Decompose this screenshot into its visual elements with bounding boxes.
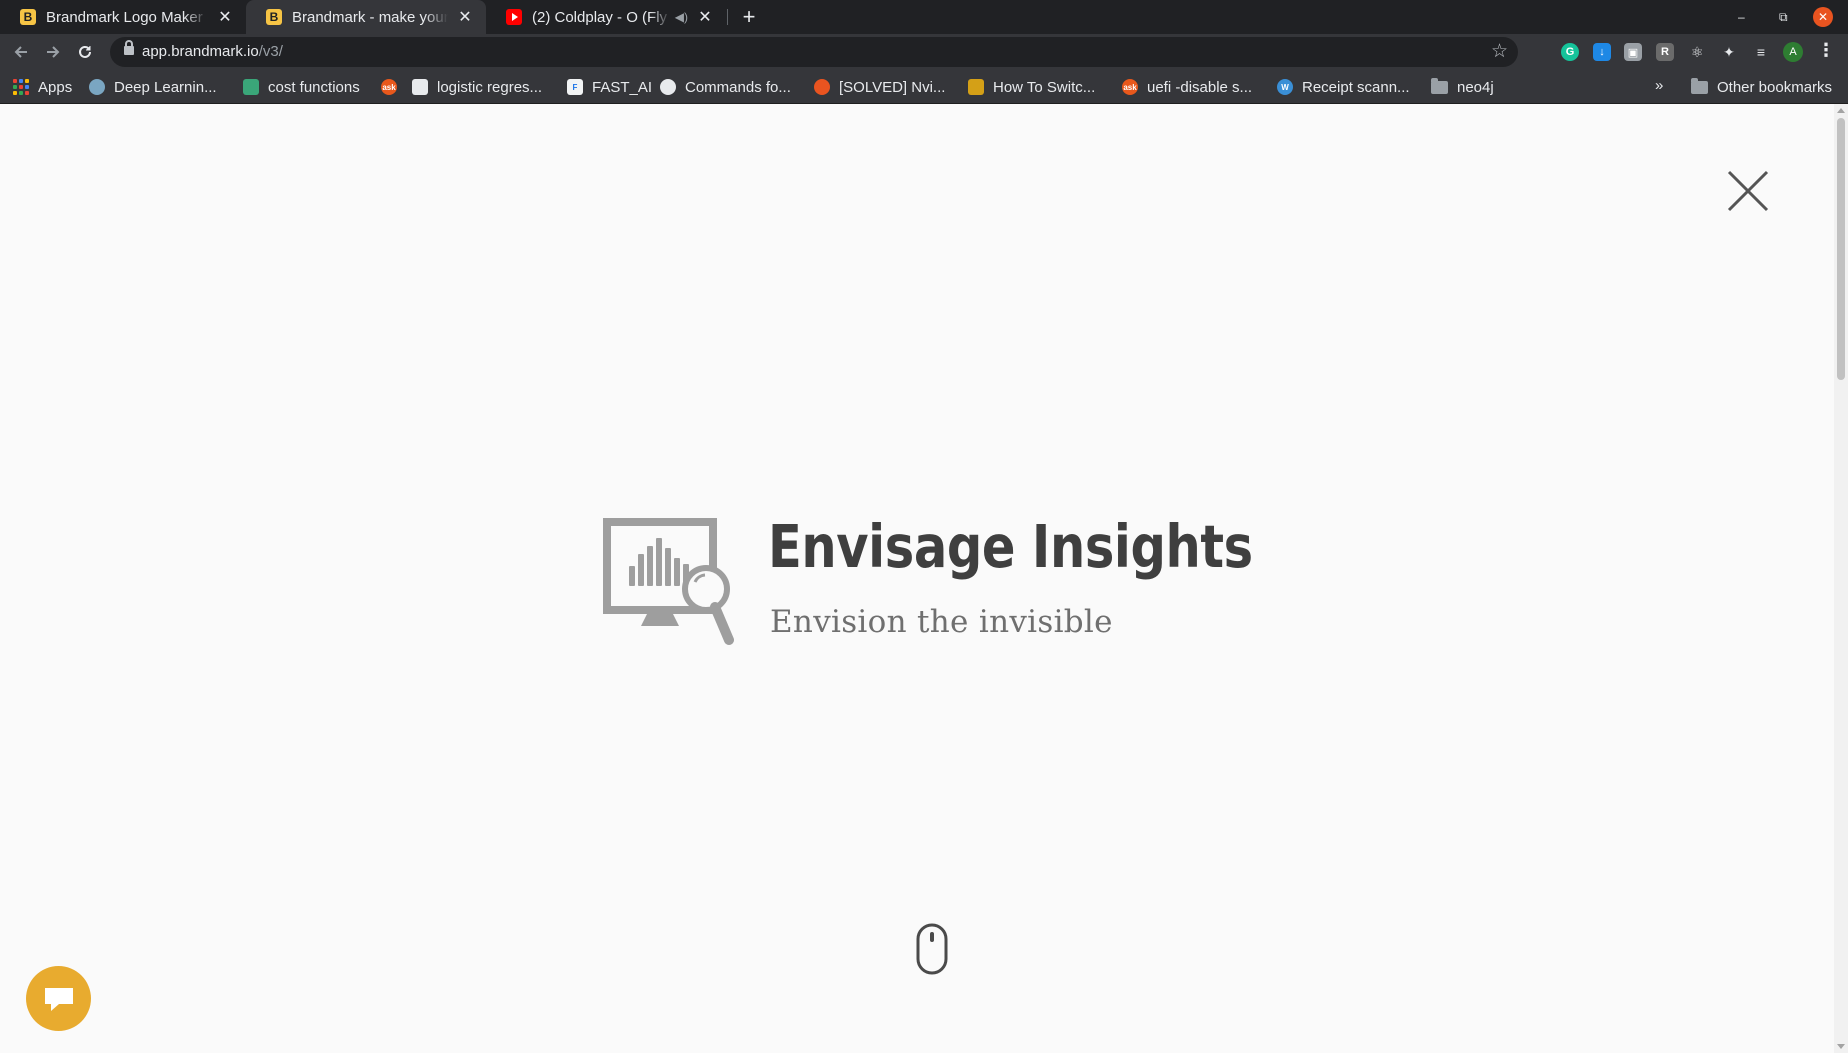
bookmark-label: uefi -disable s... bbox=[1147, 78, 1253, 96]
mouse-icon bbox=[916, 923, 948, 975]
doc-icon bbox=[412, 79, 428, 95]
ask-icon: ask bbox=[1122, 79, 1138, 95]
back-arrow-icon bbox=[14, 46, 27, 58]
brain-icon bbox=[89, 79, 105, 95]
profile-avatar[interactable]: A bbox=[1783, 42, 1803, 62]
audio-playing-icon[interactable]: ◀) bbox=[675, 10, 688, 24]
bookmark-fast-ai[interactable]: F FAST_AI bbox=[567, 70, 652, 104]
forward-button[interactable] bbox=[41, 40, 65, 64]
new-tab-button[interactable]: + bbox=[736, 4, 762, 30]
bookmark-label: Receipt scann... bbox=[1302, 78, 1410, 96]
tab-close-icon[interactable]: ✕ bbox=[456, 7, 474, 27]
bookmark-apps[interactable]: Apps bbox=[13, 70, 72, 104]
ubuntu-icon bbox=[814, 79, 830, 95]
browser-toolbar: app.brandmark.io/v3/ ☆ G ↓ ▣ R ⚛ ✦ ≡ A ⋮ bbox=[0, 34, 1848, 70]
reload-icon bbox=[79, 45, 91, 58]
bookmark-label: cost functions bbox=[268, 78, 360, 96]
ask-icon: ask bbox=[381, 79, 397, 95]
tab-strip: B Brandmark Logo Maker - Brandmark ✕ B B… bbox=[0, 0, 1848, 34]
avatar-icon bbox=[968, 79, 984, 95]
tab-title: Brandmark - make your logo bbox=[292, 8, 448, 26]
bookmark-commands[interactable]: Commands fo... bbox=[660, 70, 791, 104]
bookmark-receipt-scanner[interactable]: W Receipt scann... bbox=[1277, 70, 1410, 104]
extensions-puzzle-icon[interactable]: ✦ bbox=[1720, 43, 1738, 61]
media-control-icon[interactable]: ≡ bbox=[1752, 43, 1770, 61]
minimize-button[interactable]: – bbox=[1738, 0, 1745, 34]
window-close-button[interactable]: ✕ bbox=[1813, 7, 1833, 27]
bookmark-ask[interactable]: ask bbox=[381, 70, 406, 104]
tab-title: (2) Coldplay - O (Fly On) bbox=[532, 8, 671, 26]
youtube-icon bbox=[506, 9, 522, 25]
chart-icon bbox=[243, 79, 259, 95]
bookmark-label: How To Switc... bbox=[993, 78, 1096, 96]
tab-close-icon[interactable]: ✕ bbox=[216, 7, 234, 27]
back-button[interactable] bbox=[9, 40, 33, 64]
bookmark-label: logistic regres... bbox=[437, 78, 543, 96]
bookmark-label: Apps bbox=[38, 78, 73, 96]
folder-icon bbox=[1691, 77, 1708, 94]
bookmark-how-to-switch[interactable]: How To Switc... bbox=[968, 70, 1095, 104]
bookmark-uefi-disable[interactable]: ask uefi -disable s... bbox=[1122, 70, 1252, 104]
other-bookmarks[interactable]: Other bookmarks bbox=[1691, 70, 1832, 104]
tab-brandmark-make-your-logo[interactable]: B Brandmark - make your logo ✕ bbox=[246, 0, 486, 34]
close-icon[interactable] bbox=[1725, 168, 1771, 214]
wordpress-icon: W bbox=[1277, 79, 1293, 95]
folder-icon bbox=[1431, 77, 1448, 94]
url-domain: app.brandmark.io bbox=[142, 43, 259, 60]
bookmark-label: Deep Learnin... bbox=[114, 78, 217, 96]
page-content: Envisage Insights Envision the invisible bbox=[0, 104, 1834, 1053]
bookmark-solved-nvidia[interactable]: [SOLVED] Nvi... bbox=[814, 70, 945, 104]
bookmark-star-icon[interactable]: ☆ bbox=[1491, 40, 1508, 63]
bookmark-deep-learning[interactable]: Deep Learnin... bbox=[89, 70, 217, 104]
apps-grid-icon bbox=[13, 79, 29, 95]
bookmark-logistic-regression[interactable]: logistic regres... bbox=[412, 70, 542, 104]
other-bookmarks-label: Other bookmarks bbox=[1717, 78, 1833, 96]
brandmark-b-icon: B bbox=[266, 9, 282, 25]
brandmark-b-icon: B bbox=[20, 9, 36, 25]
bookmark-label: FAST_AI bbox=[592, 78, 653, 96]
tab-coldplay-youtube[interactable]: (2) Coldplay - O (Fly On) ◀) ✕ bbox=[486, 0, 726, 34]
screenshot-extension-icon[interactable]: ▣ bbox=[1624, 43, 1642, 61]
reload-button[interactable] bbox=[73, 40, 97, 64]
brand-name: Envisage Insights bbox=[768, 512, 1253, 581]
bookmarks-bar: Apps Deep Learnin... cost functions ask … bbox=[0, 70, 1848, 104]
scroll-up-icon[interactable] bbox=[1837, 108, 1845, 113]
bookmark-cost-functions[interactable]: cost functions bbox=[243, 70, 360, 104]
fastai-icon: F bbox=[567, 79, 583, 95]
scroll-down-icon[interactable] bbox=[1837, 1044, 1845, 1049]
bookmark-label: Commands fo... bbox=[685, 78, 791, 96]
restore-button[interactable]: ⧉ bbox=[1779, 0, 1788, 34]
download-extension-icon[interactable]: ↓ bbox=[1593, 43, 1611, 61]
tab-separator bbox=[727, 9, 728, 25]
logo-preview: Envisage Insights Envision the invisible bbox=[603, 512, 1303, 652]
chat-bubble-icon bbox=[44, 987, 73, 1011]
extension-icon[interactable]: R bbox=[1656, 43, 1674, 61]
tab-close-icon[interactable]: ✕ bbox=[696, 7, 714, 27]
bookmarks-overflow-button[interactable]: » bbox=[1655, 77, 1663, 94]
url-path: /v3/ bbox=[258, 43, 283, 60]
browser-menu-icon[interactable]: ⋮ bbox=[1817, 40, 1835, 61]
brand-tagline: Envision the invisible bbox=[770, 604, 1113, 640]
address-bar[interactable]: app.brandmark.io/v3/ ☆ bbox=[110, 37, 1518, 67]
globe-icon bbox=[660, 79, 676, 95]
react-devtools-icon[interactable]: ⚛ bbox=[1688, 43, 1706, 61]
scroll-thumb[interactable] bbox=[1837, 118, 1845, 380]
bookmark-label: neo4j bbox=[1457, 78, 1494, 96]
chat-button[interactable] bbox=[26, 966, 91, 1031]
forward-arrow-icon bbox=[47, 46, 60, 58]
lock-icon bbox=[124, 40, 134, 55]
tab-brandmark-logo-maker[interactable]: B Brandmark Logo Maker - Brandmark ✕ bbox=[0, 0, 246, 34]
monitor-chart-magnifier-icon bbox=[603, 518, 734, 645]
url-text: app.brandmark.io/v3/ bbox=[142, 43, 283, 60]
grammarly-extension-icon[interactable]: G bbox=[1561, 43, 1579, 61]
tab-title: Brandmark Logo Maker - Brandmark bbox=[46, 8, 208, 26]
page-scrollbar[interactable] bbox=[1834, 104, 1848, 1053]
bookmark-label: [SOLVED] Nvi... bbox=[839, 78, 946, 96]
bookmark-neo4j[interactable]: neo4j bbox=[1431, 70, 1494, 104]
